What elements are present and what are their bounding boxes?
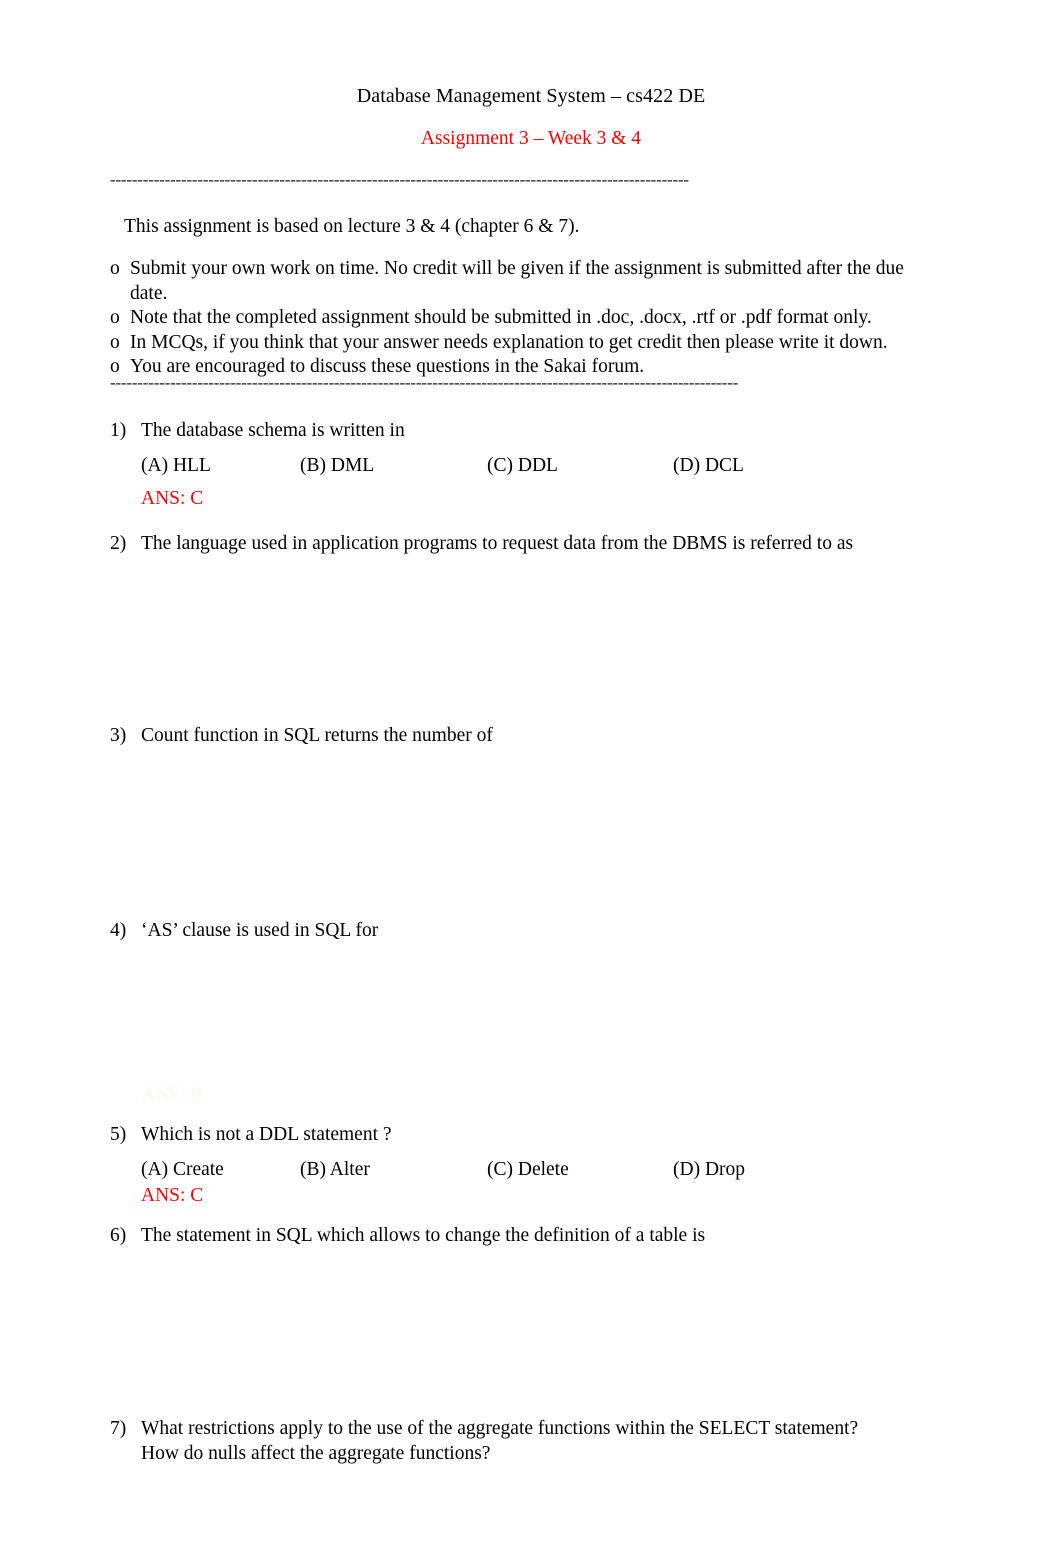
bullet-marker-icon: o [110,307,120,328]
question-text: The statement in SQL which allows to cha… [141,1225,706,1246]
option-c[interactable]: (C) DDL [487,453,558,479]
bullet-marker-icon: o [110,258,120,279]
question-number: 1) [110,420,127,441]
question-6: 6) The statement in SQL which allows to … [110,1223,970,1248]
bullet-marker-icon: o [110,331,120,353]
question-text: Which is not a DDL statement ? [141,1124,392,1145]
question-prompt: 1) The database schema is written in [110,418,970,443]
question-5: 5) Which is not a DDL statement ? (A) Cr… [110,1122,970,1209]
question-prompt: 3) Count function in SQL returns the num… [110,723,970,748]
question-text: The database schema is written in [141,420,405,441]
page-title: Database Management System – cs422 DE [356,85,706,107]
question-text: The language used in application program… [141,533,854,554]
document-page: Database Management System – cs422 DE As… [0,0,1062,1561]
option-d[interactable]: (D) Drop [673,1157,745,1183]
question-prompt: 6) The statement in SQL which allows to … [110,1223,970,1248]
instructions-list: o Submit your own work on time. No credi… [110,257,910,380]
question-2: 2) The language used in application prog… [110,531,970,556]
option-a[interactable]: (A) Create [141,1157,224,1183]
question-7: 7) What restrictions apply to the use of… [110,1416,970,1466]
option-b[interactable]: (B) Alter [300,1157,370,1183]
instruction-text: Note that the completed assignment shoul… [130,307,872,328]
option-d[interactable]: (D) DCL [673,453,744,479]
option-a[interactable]: (A) HLL [141,453,211,479]
question-prompt: 5) Which is not a DDL statement ? [110,1122,970,1147]
options-row: (A) HLL (B) DML (C) DDL (D) DCL [110,453,970,479]
question-4: 4) ‘AS’ clause is used in SQL for [110,918,970,943]
question-text: What restrictions apply to the use of th… [141,1418,859,1439]
faded-answer-text: ANS: B [141,1084,204,1105]
question-number: 3) [110,725,127,746]
assignment-subtitle: Assignment 3 – Week 3 & 4 [420,128,642,149]
separator-line-top: ----------------------------------------… [110,171,689,189]
list-item: o Submit your own work on time. No credi… [110,257,918,306]
question-number: 5) [110,1124,127,1145]
list-item: o Note that the completed assignment sho… [110,306,910,331]
answer-text: ANS: C [141,488,204,509]
option-b[interactable]: (B) DML [300,453,374,479]
question-prompt: 2) The language used in application prog… [110,531,970,556]
question-3: 3) Count function in SQL returns the num… [110,723,970,748]
question-text: Count function in SQL returns the number… [141,725,493,746]
question-prompt: 7) What restrictions apply to the use of… [110,1416,970,1441]
instruction-text: Submit your own work on time. No credit … [130,258,904,304]
instruction-text: In MCQs, if you think that your answer n… [130,331,888,353]
question-number: 2) [110,533,127,554]
question-prompt: 4) ‘AS’ clause is used in SQL for [110,918,970,943]
question-number: 6) [110,1225,127,1246]
intro-text: This assignment is based on lecture 3 & … [124,216,580,237]
option-c[interactable]: (C) Delete [487,1157,569,1183]
options-row: (A) Create (B) Alter (C) Delete (D) Drop [110,1157,970,1183]
question-text-line-2: How do nulls affect the aggregate functi… [141,1443,491,1464]
question-number: 7) [110,1418,127,1439]
answer-text: ANS: C [141,1185,204,1206]
separator-line-bottom: ----------------------------------------… [110,374,739,392]
question-text: ‘AS’ clause is used in SQL for [141,920,379,941]
question-number: 4) [110,920,127,941]
question-1: 1) The database schema is written in (A)… [110,418,970,512]
list-item: o In MCQs, if you think that your answer… [110,331,910,356]
